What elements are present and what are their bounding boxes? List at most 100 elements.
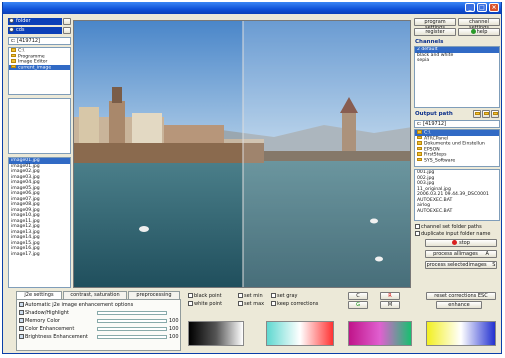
option-auto[interactable]: Automatic j2e image enhancement options: [19, 302, 133, 308]
enhance-button[interactable]: enhance: [436, 301, 482, 309]
checkbox[interactable]: [271, 293, 276, 298]
yellow-blue-gradient[interactable]: [426, 321, 496, 346]
output-file-item[interactable]: 2006.03.21 09.44.39_DSC0001: [415, 192, 499, 198]
channel-settings-button[interactable]: channel settings: [458, 18, 500, 31]
maximize-icon[interactable]: □: [477, 3, 487, 12]
tab-preprocessing[interactable]: preprocessing: [128, 291, 180, 299]
folder-up-button[interactable]: [63, 18, 71, 25]
shadow-slider[interactable]: [97, 311, 167, 315]
green-button[interactable]: G: [348, 301, 368, 309]
tab-contrast-saturation[interactable]: contrast, saturation: [63, 291, 127, 299]
new-folder-button[interactable]: [473, 110, 481, 118]
stop-label: stop: [459, 240, 470, 246]
channels-list[interactable]: 2 default black and white sepia: [414, 46, 500, 108]
checkbox[interactable]: [19, 334, 24, 339]
register-button[interactable]: register: [414, 28, 456, 36]
minimize-icon[interactable]: _: [465, 3, 475, 12]
checkbox-label: channel set folder paths: [421, 224, 482, 230]
brightness-slider[interactable]: [97, 335, 167, 339]
open-folder-button[interactable]: [482, 110, 490, 118]
memory-slider[interactable]: [97, 319, 167, 323]
output-folder-tree[interactable]: C:\ ATI\CPanel Dokumente und Einstellun EPS…: [414, 129, 500, 167]
checkbox[interactable]: [19, 326, 24, 331]
checkbox[interactable]: [188, 293, 193, 298]
left-panel: folder cds c: [419712] C:\ Programme Ima…: [6, 16, 71, 290]
settings-tab-panel: Automatic j2e image enhancement options …: [16, 299, 181, 351]
option-color-enhancement[interactable]: Color Enhancement: [19, 326, 74, 332]
radio-cds[interactable]: cds: [8, 27, 62, 34]
stop-button[interactable]: stop: [425, 239, 497, 247]
checkbox[interactable]: [415, 231, 420, 236]
checkbox[interactable]: [271, 301, 276, 306]
image-preview[interactable]: [73, 20, 411, 288]
process-all-label: process allimages: [433, 251, 478, 257]
option-label: Brightness Enhancement: [25, 334, 88, 340]
process-all-button[interactable]: process allimages A: [425, 250, 497, 258]
radio-folder-icon[interactable]: [9, 18, 14, 23]
output-file-list[interactable]: 001.jpg 002.jpg 003.jpg 11_original.jpg 2006…: [414, 169, 500, 221]
drive-select[interactable]: c: [419712]: [8, 37, 71, 45]
option-memory-color[interactable]: Memory Color: [19, 318, 60, 324]
red-button[interactable]: R: [380, 292, 400, 300]
checkbox[interactable]: [19, 310, 24, 315]
set-min-check[interactable]: set min: [238, 293, 263, 299]
folder-icon: [417, 141, 422, 145]
duplicate-folder-check[interactable]: duplicate input folder name: [415, 231, 490, 237]
radio-cds-label: cds: [16, 27, 25, 33]
output-drive-select[interactable]: c: [419712]: [414, 120, 500, 128]
checkbox[interactable]: [238, 293, 243, 298]
enhance-label: enhance: [448, 302, 470, 308]
output-path-title-text: Output path: [415, 111, 453, 117]
process-selected-button[interactable]: process selectedimages S: [425, 261, 497, 269]
help-button[interactable]: help: [458, 28, 500, 36]
check-label: set max: [244, 301, 265, 307]
folder-label: C:\: [424, 130, 431, 136]
file-item[interactable]: image17.jpg: [9, 252, 70, 258]
folder-tree[interactable]: C:\ Programme Image Editor current_image: [8, 47, 71, 95]
folder-label: current_image: [18, 64, 52, 70]
channel-folder-paths-check[interactable]: channel set folder paths: [415, 224, 482, 230]
set-gray-check[interactable]: set gray: [271, 293, 297, 299]
red-label: R: [388, 293, 392, 299]
tab-j2e-settings[interactable]: j2e settings: [16, 291, 62, 299]
cd-button[interactable]: [63, 27, 71, 34]
reset-label: reset corrections ESC: [434, 293, 488, 299]
black-point-check[interactable]: black point: [188, 293, 222, 299]
open-folder-icon: [483, 111, 489, 116]
channel-item[interactable]: sepia: [415, 58, 499, 64]
up-folder-button[interactable]: [491, 110, 499, 118]
folder-icon: [11, 59, 16, 63]
checkbox[interactable]: [415, 224, 420, 229]
folder-icon: [417, 146, 422, 150]
option-brightness-enhancement[interactable]: Brightness Enhancement: [19, 334, 88, 340]
checkbox[interactable]: [238, 301, 243, 306]
set-max-check[interactable]: set max: [238, 301, 264, 307]
checkbox[interactable]: [19, 302, 24, 307]
keep-corrections-check[interactable]: keep corrections: [271, 301, 318, 307]
magenta-green-gradient[interactable]: [348, 321, 412, 346]
folder-item-selected[interactable]: current_image: [9, 64, 70, 70]
folder-label: SYS_Software: [424, 157, 456, 163]
title-bar: _ □ ×: [3, 2, 501, 14]
cyan-button[interactable]: C: [348, 292, 368, 300]
output-folder-item[interactable]: SYS_Software: [415, 157, 499, 164]
folder-icon: [417, 152, 422, 156]
option-shadow-highlight[interactable]: Shadow/Highlight: [19, 310, 69, 316]
output-file-item[interactable]: AUTOEXEC.BAT: [415, 209, 499, 215]
radio-folder[interactable]: folder: [8, 18, 62, 25]
cyan-red-gradient[interactable]: [266, 321, 334, 346]
color-slider[interactable]: [97, 327, 167, 331]
bottom-panel: j2e settings contrast, saturation prepro…: [6, 291, 500, 352]
white-point-check[interactable]: white point: [188, 301, 222, 307]
folder-label: Programme: [18, 53, 45, 59]
checkbox[interactable]: [188, 301, 193, 306]
radio-cds-icon[interactable]: [9, 27, 14, 32]
gray-gradient[interactable]: [188, 321, 244, 346]
magenta-button[interactable]: M: [380, 301, 400, 309]
check-label: white point: [194, 301, 223, 307]
file-list[interactable]: image01.jpg image01.jpg image02.jpg image03…: [8, 157, 71, 288]
close-icon[interactable]: ×: [489, 3, 499, 12]
checkbox[interactable]: [19, 318, 24, 323]
reset-corrections-button[interactable]: reset corrections ESC: [426, 292, 496, 300]
program-settings-button[interactable]: program settings: [414, 18, 456, 31]
